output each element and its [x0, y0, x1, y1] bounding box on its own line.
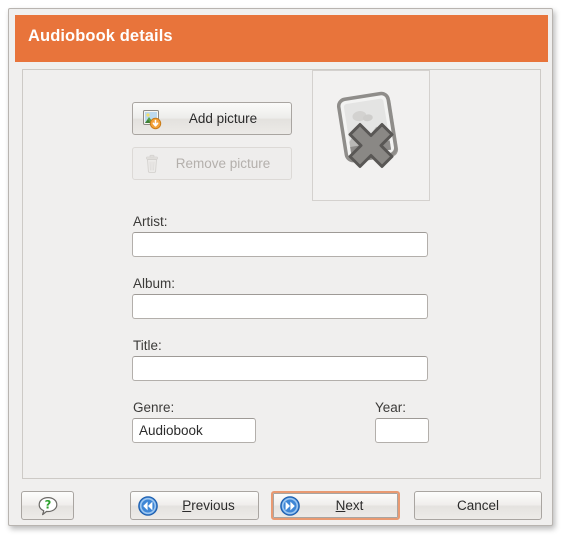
trash-icon	[141, 153, 163, 175]
help-button[interactable]: ?	[21, 491, 74, 520]
previous-label: Previous	[159, 498, 258, 513]
previous-label-after: revious	[191, 498, 235, 513]
artist-input[interactable]	[132, 232, 428, 257]
title-input[interactable]	[132, 356, 428, 381]
previous-button[interactable]: Previous	[130, 491, 259, 520]
album-label: Album:	[133, 276, 176, 291]
cancel-label: Cancel	[456, 498, 500, 513]
svg-text:?: ?	[44, 497, 51, 511]
album-input[interactable]	[132, 294, 428, 319]
remove-picture-button[interactable]: Remove picture	[132, 147, 292, 180]
year-label: Year:	[375, 400, 407, 415]
year-input[interactable]	[375, 418, 429, 443]
next-button[interactable]: Next	[271, 491, 400, 520]
next-mnemonic: N	[335, 498, 346, 513]
dialog-header: Audiobook details	[15, 15, 548, 62]
dialog-action-bar: ? Previous Next Cancel	[9, 487, 552, 525]
artist-label: Artist:	[133, 214, 168, 229]
add-picture-button[interactable]: Add picture	[132, 102, 292, 135]
help-question-icon: ?	[37, 495, 59, 517]
genre-input[interactable]	[132, 418, 256, 443]
add-picture-label: Add picture	[188, 111, 258, 126]
page-title: Audiobook details	[28, 27, 173, 45]
cancel-button[interactable]: Cancel	[414, 491, 542, 520]
remove-picture-label: Remove picture	[175, 156, 271, 171]
add-picture-icon	[141, 108, 163, 130]
next-label-after: ext	[345, 498, 364, 513]
title-label: Title:	[133, 338, 162, 353]
audiobook-details-dialog: Audiobook details Add picture Remove pic…	[8, 8, 553, 526]
image-missing-icon	[328, 87, 414, 184]
back-arrow-icon	[137, 495, 159, 517]
genre-label: Genre:	[133, 400, 175, 415]
forward-arrow-icon	[279, 495, 301, 517]
next-label: Next	[301, 498, 398, 513]
previous-mnemonic: P	[182, 498, 192, 513]
album-art-preview[interactable]	[312, 70, 430, 201]
